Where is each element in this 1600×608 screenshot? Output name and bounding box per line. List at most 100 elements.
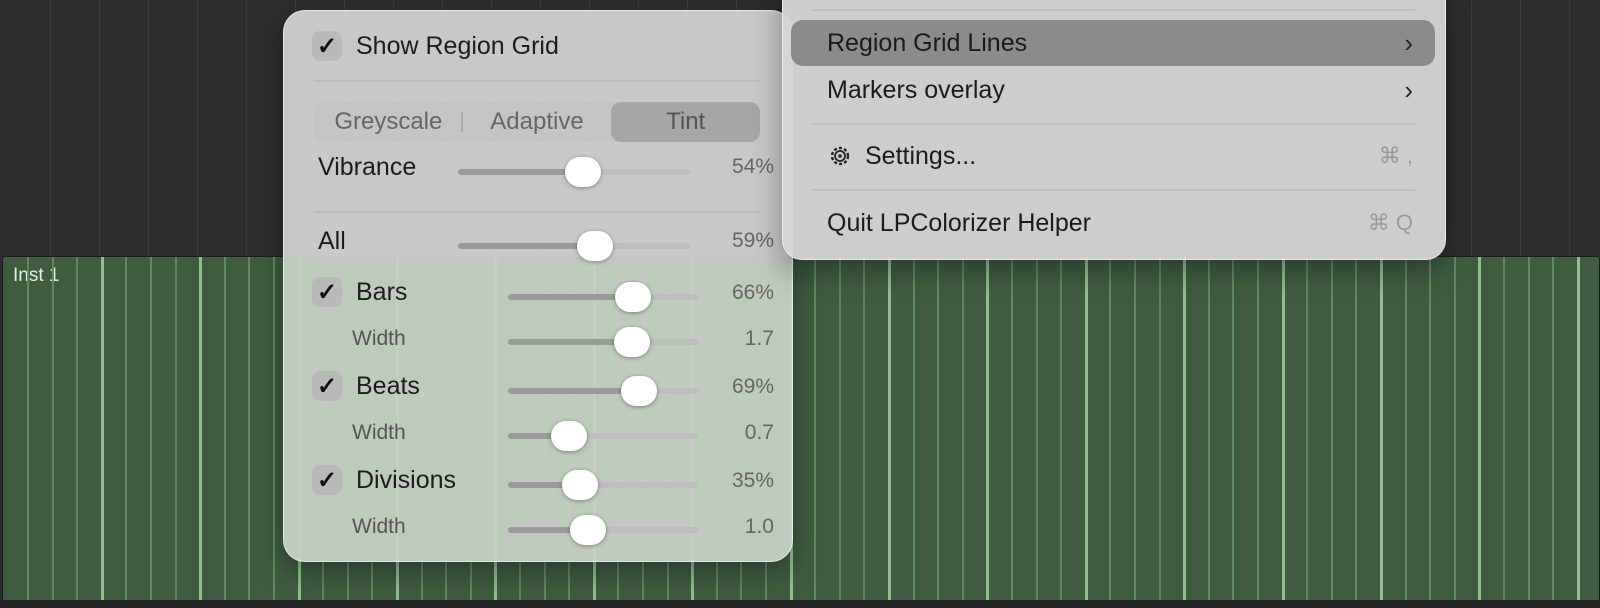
region-gridline [1405,257,1407,601]
all-slider[interactable] [458,231,690,261]
segment-tint[interactable]: Tint [611,102,760,142]
menu-separator [813,189,1415,191]
show-region-grid-row[interactable]: ✓ Show Region Grid [312,31,559,61]
region-gridline [1503,257,1505,601]
beats-opacity-slider[interactable] [508,376,698,406]
bars-width-slider[interactable] [508,327,698,357]
region-gridline [1011,257,1013,601]
gear-icon [827,143,853,169]
region-gridline [1331,257,1333,601]
region-gridline [814,257,816,601]
bars-row[interactable]: ✓ Bars [312,277,407,307]
arrange-gridline [1471,0,1472,256]
vibrance-value: 54% [731,155,774,178]
chevron-right-icon: › [1404,74,1413,105]
region-gridline [1528,257,1530,601]
region-gridline [150,257,152,601]
divider [314,211,760,213]
slider-knob[interactable] [613,327,650,357]
segment-greyscale[interactable]: Greyscale [314,102,463,142]
divisions-width-label: Width [352,515,406,538]
menu-item-label: Settings... [865,141,977,170]
region-gridline [1109,257,1111,601]
bars-label: Bars [356,277,408,306]
beats-width-slider[interactable] [508,421,698,451]
bars-opacity-slider[interactable] [508,282,698,312]
region-gridline [76,257,78,601]
menu-separator [813,123,1415,125]
region-gridline [1060,257,1062,601]
menu-item-quit[interactable]: Quit LPColorizer Helper ⌘ Q [791,200,1435,246]
slider-knob[interactable] [550,421,587,451]
helper-menu: Region Grid Lines › Markers overlay › Se… [782,0,1446,260]
beats-row[interactable]: ✓ Beats [312,371,420,401]
region-gridline [199,257,202,601]
divisions-width-slider[interactable] [508,515,698,545]
slider-knob[interactable] [565,157,602,187]
menu-item-settings[interactable]: Settings... ⌘ , [791,133,1435,179]
arrange-gridline [148,0,149,256]
region-gridline [937,257,939,601]
vibrance-slider[interactable] [458,157,690,187]
bars-value: 66% [731,281,774,304]
region-gridline [125,257,127,601]
region-gridline [913,257,915,601]
segment-adaptive[interactable]: Adaptive [463,102,612,142]
beats-width-label: Width [352,421,406,444]
all-value: 59% [731,229,774,252]
region-gridline [52,257,54,601]
slider-fill [458,243,595,249]
region-grid-popover: ✓ Show Region Grid Greyscale Adaptive Ti… [283,10,793,562]
chevron-right-icon: › [1404,27,1413,58]
segment-greyscale-label: Greyscale [334,108,443,135]
divisions-opacity-slider[interactable] [508,470,698,500]
arrange-gridline [1520,0,1521,256]
menu-item-label: Region Grid Lines [827,28,1028,57]
segment-adaptive-label: Adaptive [490,108,584,135]
color-mode-segmented-control[interactable]: Greyscale Adaptive Tint [314,102,760,142]
show-region-grid-label: Show Region Grid [356,31,559,60]
slider-knob[interactable] [621,376,658,406]
region-gridline [1232,257,1234,601]
region-gridline [1282,257,1285,601]
menu-item-label: Quit LPColorizer Helper [827,208,1091,237]
region-gridline [1085,257,1088,601]
divisions-width-value: 1.0 [744,515,774,538]
slider-fill [508,388,640,394]
menu-item-region-grid-lines[interactable]: Region Grid Lines › [791,20,1435,66]
region-gridline [1454,257,1456,601]
region-gridline [1552,257,1554,601]
region-gridline [27,257,29,601]
slider-knob[interactable] [576,231,613,261]
divisions-checkbox[interactable]: ✓ [312,465,342,495]
menu-item-markers-overlay[interactable]: Markers overlay › [791,67,1435,113]
vibrance-label: Vibrance [318,153,417,181]
region-gridline [863,257,865,601]
checkmark-icon: ✓ [316,278,338,306]
keyboard-shortcut: ⌘ , [1378,143,1413,168]
slider-knob[interactable] [562,470,599,500]
show-region-grid-checkbox[interactable]: ✓ [312,31,342,61]
divisions-value: 35% [731,469,774,492]
keyboard-shortcut: ⌘ Q [1367,210,1413,235]
all-label: All [318,227,346,255]
midi-region[interactable]: Inst 1 [2,256,1600,602]
region-gridline [888,257,891,601]
region-gridline [1380,257,1383,601]
slider-knob[interactable] [615,282,652,312]
bars-checkbox[interactable]: ✓ [312,277,342,307]
checkmark-icon: ✓ [316,466,338,494]
beats-checkbox[interactable]: ✓ [312,371,342,401]
menu-item-label: Markers overlay [827,75,1005,104]
arrange-gridline [197,0,198,256]
slider-knob[interactable] [569,515,606,545]
arrange-gridline [246,0,247,256]
region-gridline [1208,257,1210,601]
region-gridline [1429,257,1431,601]
region-gridline [839,257,841,601]
region-gridline [962,257,964,601]
checkmark-icon: ✓ [316,32,338,60]
region-gridline [101,257,104,601]
beats-value: 69% [731,375,774,398]
divisions-row[interactable]: ✓ Divisions [312,465,456,495]
